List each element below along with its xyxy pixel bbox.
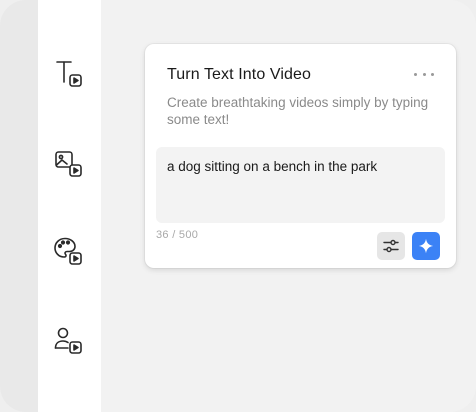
prompt-text: a dog sitting on a bench in the park: [167, 159, 378, 174]
dot: [431, 72, 434, 76]
character-count: 36 / 500: [156, 229, 199, 241]
card-description: Create breathtaking videos simply by typ…: [167, 95, 429, 127]
tool-sidebar: [38, 0, 101, 412]
text-to-video-card: Turn Text Into Video Create breathtaking…: [145, 44, 456, 268]
card-title: Turn Text Into Video: [167, 66, 312, 83]
sparkle-icon: [418, 238, 434, 254]
text-to-video-icon[interactable]: [52, 56, 86, 90]
settings-button[interactable]: [377, 232, 405, 260]
generate-button[interactable]: [412, 232, 440, 260]
app-window: Turn Text Into Video Create breathtaking…: [0, 0, 476, 412]
sliders-icon: [383, 239, 399, 253]
dot: [414, 72, 417, 76]
ellipsis-icon[interactable]: [414, 66, 434, 82]
window-edge: [0, 0, 38, 412]
dot: [422, 72, 426, 76]
avatar-video-icon[interactable]: [52, 323, 86, 357]
palette-video-icon[interactable]: [52, 234, 86, 268]
image-to-video-icon[interactable]: [52, 146, 86, 180]
prompt-input[interactable]: a dog sitting on a bench in the park: [156, 147, 445, 223]
